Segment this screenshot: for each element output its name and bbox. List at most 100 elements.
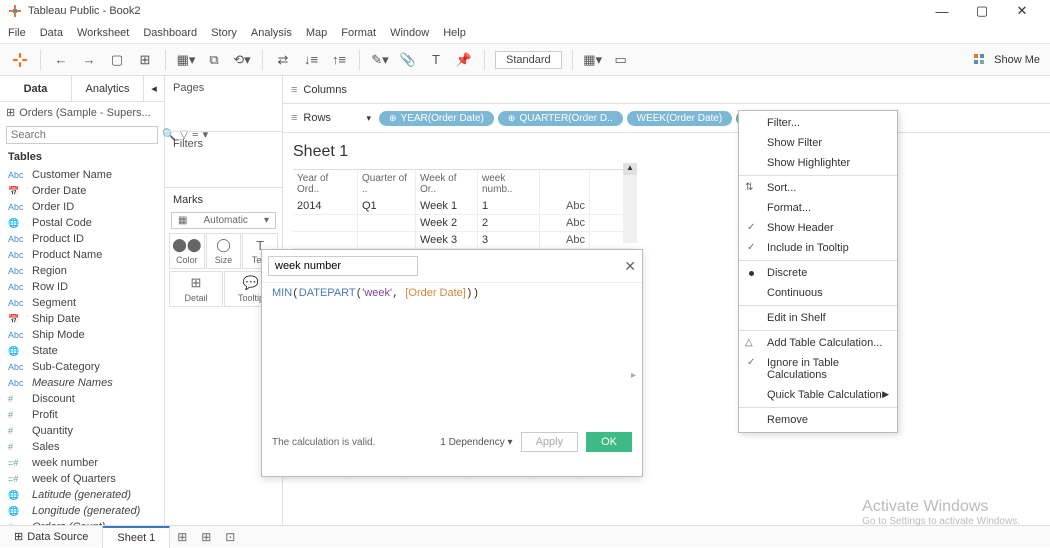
sort-asc-icon[interactable]: ↓≡ xyxy=(301,50,321,70)
field-row[interactable]: AbcSub-Category xyxy=(0,359,164,375)
back-icon[interactable]: ← xyxy=(51,50,71,70)
pill-quarter[interactable]: ⊕QUARTER(Order D.. xyxy=(498,111,623,126)
field-row[interactable]: #Quantity xyxy=(0,423,164,439)
sheet-title[interactable]: Sheet 1 xyxy=(293,143,1050,161)
pill-week[interactable]: WEEK(Order Date) xyxy=(627,111,733,126)
expand-icon[interactable]: ▸ xyxy=(631,370,636,381)
pages-shelf[interactable]: Pages xyxy=(165,76,282,100)
save-icon[interactable]: ▢ xyxy=(107,50,127,70)
menu-item[interactable]: ✓Ignore in Table Calculations xyxy=(739,353,897,385)
new-story-icon[interactable]: ⊡ xyxy=(218,530,242,544)
menu-item[interactable]: Show Filter xyxy=(739,133,897,153)
field-row[interactable]: AbcShip Mode xyxy=(0,327,164,343)
marks-detail[interactable]: ⊞Detail xyxy=(169,271,223,307)
apply-button[interactable]: Apply xyxy=(521,432,579,452)
table-row[interactable]: 2014Q1Week 11Abc xyxy=(293,198,633,215)
field-row[interactable]: 🌐Latitude (generated) xyxy=(0,487,164,503)
highlight-icon[interactable]: ✎▾ xyxy=(370,50,390,70)
marks-type-dropdown[interactable]: ▦Automatic▾ xyxy=(171,212,276,229)
pane-collapse-icon[interactable]: ◂ xyxy=(144,76,164,101)
filters-shelf[interactable]: Filters xyxy=(165,132,282,156)
marks-color[interactable]: ⬤⬤Color xyxy=(169,233,205,269)
field-row[interactable]: 🌐Postal Code xyxy=(0,215,164,231)
menu-item[interactable]: ✓Show Header xyxy=(739,218,897,238)
menu-item[interactable]: ⇅Sort... xyxy=(739,178,897,198)
field-row[interactable]: #Profit xyxy=(0,407,164,423)
swap-icon[interactable]: ⇄ xyxy=(273,50,293,70)
tab-analytics[interactable]: Analytics xyxy=(72,76,144,101)
clear-icon[interactable]: ⟲▾ xyxy=(232,50,252,70)
field-row[interactable]: #Discount xyxy=(0,391,164,407)
duplicate-icon[interactable]: ⧉ xyxy=(204,50,224,70)
showme-button[interactable]: Show Me xyxy=(994,54,1040,66)
forward-icon[interactable]: → xyxy=(79,50,99,70)
menu-item[interactable]: Show Highlighter xyxy=(739,153,897,173)
field-row[interactable]: AbcOrder ID xyxy=(0,199,164,215)
field-row[interactable]: AbcProduct Name xyxy=(0,247,164,263)
calc-dependencies[interactable]: 1 Dependency ▾ xyxy=(440,437,512,448)
menu-format[interactable]: Format xyxy=(341,27,376,39)
menu-item[interactable]: Remove xyxy=(739,410,897,430)
menu-dashboard[interactable]: Dashboard xyxy=(143,27,197,39)
window-close-button[interactable]: ✕ xyxy=(1002,3,1042,19)
group-icon[interactable]: 📎 xyxy=(398,50,418,70)
presentation-icon[interactable]: ▭ xyxy=(611,50,631,70)
calc-name-input[interactable] xyxy=(268,256,418,276)
field-row[interactable]: AbcMeasure Names xyxy=(0,375,164,391)
scroll-up-icon[interactable]: ▲ xyxy=(623,163,637,175)
window-minimize-button[interactable]: — xyxy=(922,4,962,19)
menu-item[interactable]: Format... xyxy=(739,198,897,218)
field-row[interactable]: =#week number xyxy=(0,455,164,471)
field-row[interactable]: 🌐State xyxy=(0,343,164,359)
new-dashboard-icon[interactable]: ⊞ xyxy=(194,530,218,544)
tab-data-source[interactable]: ⊞Data Source xyxy=(0,526,103,548)
menu-item[interactable]: Discrete xyxy=(739,263,897,283)
menu-help[interactable]: Help xyxy=(443,27,466,39)
menu-window[interactable]: Window xyxy=(390,27,429,39)
header-weeknum[interactable]: week numb.. xyxy=(478,170,540,198)
menu-item[interactable]: Filter... xyxy=(739,113,897,133)
field-row[interactable]: AbcProduct ID xyxy=(0,231,164,247)
header-week[interactable]: Week of Or.. xyxy=(416,170,478,198)
calc-formula-editor[interactable]: MIN(DATEPART('week', [Order Date])) ▸ xyxy=(262,282,642,432)
tableau-icon[interactable] xyxy=(10,50,30,70)
header-year[interactable]: Year of Ord.. xyxy=(293,170,358,198)
datasource-row[interactable]: ⊞ Orders (Sample - Supers... xyxy=(0,102,164,123)
menu-map[interactable]: Map xyxy=(306,27,327,39)
menu-analysis[interactable]: Analysis xyxy=(251,27,292,39)
field-row[interactable]: 📅Order Date xyxy=(0,183,164,199)
field-row[interactable]: AbcRegion xyxy=(0,263,164,279)
search-input[interactable] xyxy=(6,126,158,144)
menu-item[interactable]: Quick Table Calculation▶ xyxy=(739,385,897,405)
pin-icon[interactable]: 📌 xyxy=(454,50,474,70)
menu-item[interactable]: Continuous xyxy=(739,283,897,303)
pill-year[interactable]: ⊕YEAR(Order Date) xyxy=(379,111,494,126)
tab-sheet-1[interactable]: Sheet 1 xyxy=(103,526,170,548)
field-row[interactable]: AbcSegment xyxy=(0,295,164,311)
marks-size[interactable]: ◯Size xyxy=(206,233,242,269)
show-cards-icon[interactable]: ▦▾ xyxy=(583,50,603,70)
field-row[interactable]: 📅Ship Date xyxy=(0,311,164,327)
field-row[interactable]: #Sales xyxy=(0,439,164,455)
tab-data[interactable]: Data xyxy=(0,76,72,101)
menu-data[interactable]: Data xyxy=(40,27,63,39)
menu-worksheet[interactable]: Worksheet xyxy=(77,27,129,39)
table-row[interactable]: Week 22Abc xyxy=(293,215,633,232)
field-row[interactable]: 🌐Longitude (generated) xyxy=(0,503,164,519)
menu-file[interactable]: File xyxy=(8,27,26,39)
rows-dropdown-icon[interactable]: ▾ xyxy=(366,113,371,124)
header-quarter[interactable]: Quarter of .. xyxy=(358,170,416,198)
vertical-scrollbar[interactable]: ▲ xyxy=(623,163,637,243)
menu-item[interactable]: △Add Table Calculation... xyxy=(739,333,897,353)
new-worksheet-icon[interactable]: ▦▾ xyxy=(176,50,196,70)
menu-item[interactable]: ✓Include in Tooltip xyxy=(739,238,897,258)
new-data-icon[interactable]: ⊞ xyxy=(135,50,155,70)
close-icon[interactable]: ✕ xyxy=(624,258,636,275)
table-row[interactable]: Week 33Abc xyxy=(293,232,633,249)
new-worksheet-icon[interactable]: ⊞ xyxy=(170,530,194,544)
ok-button[interactable]: OK xyxy=(586,432,632,452)
menu-story[interactable]: Story xyxy=(211,27,237,39)
field-row[interactable]: AbcRow ID xyxy=(0,279,164,295)
rows-shelf[interactable]: ⊕YEAR(Order Date) ⊕QUARTER(Order D.. WEE… xyxy=(379,111,1042,126)
field-row[interactable]: AbcCustomer Name xyxy=(0,167,164,183)
